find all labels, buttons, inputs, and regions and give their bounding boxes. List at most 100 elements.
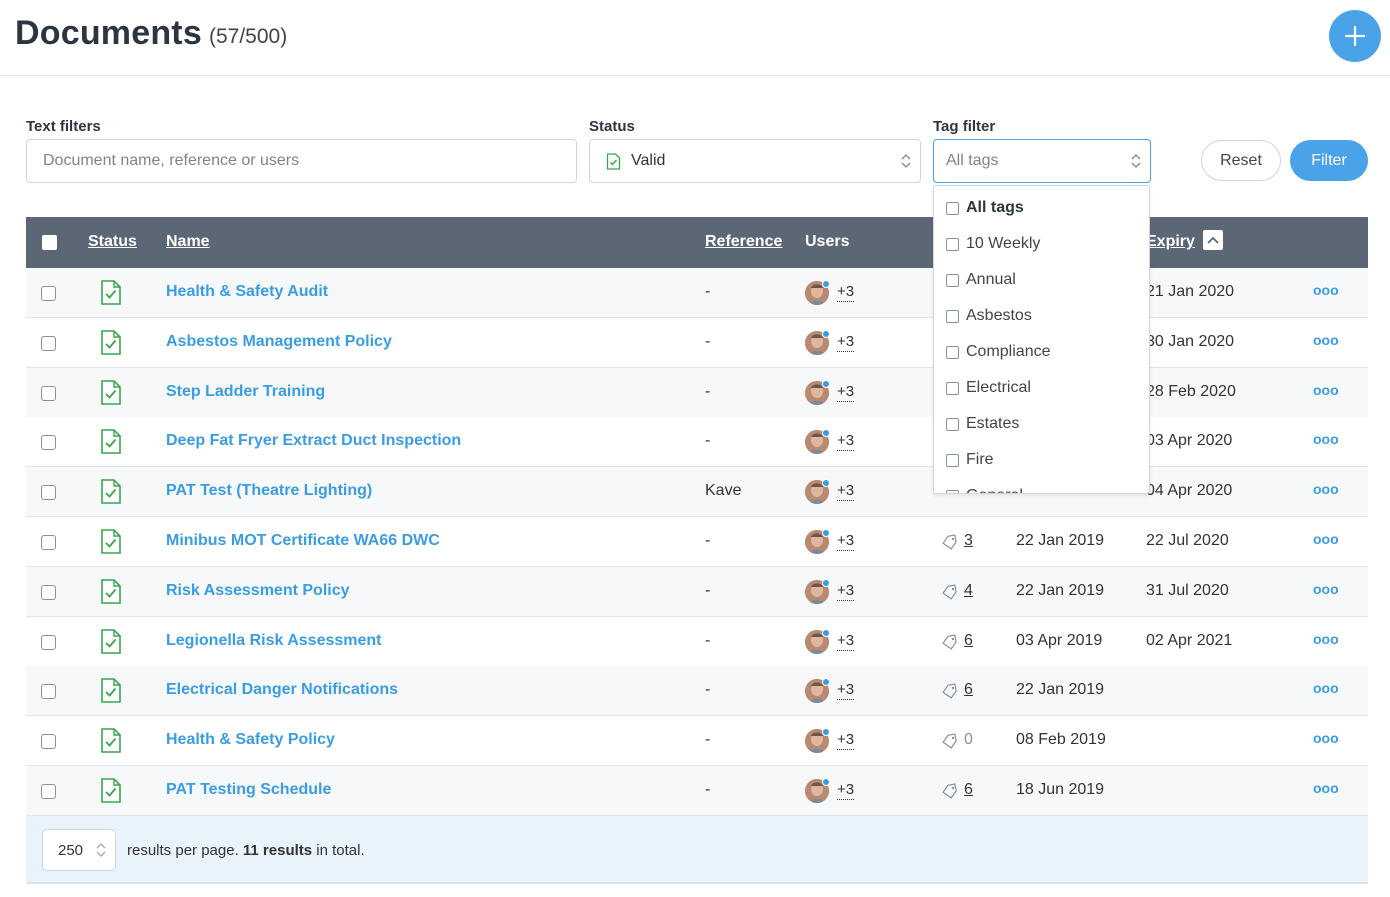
row-tag-count[interactable]: 6 (964, 632, 973, 650)
row-more-menu[interactable]: ooo (1313, 780, 1339, 796)
row-reference: - (705, 532, 711, 549)
tag-option[interactable]: All tags (946, 198, 1024, 218)
row-reference: - (705, 731, 711, 749)
document-name-link[interactable]: Minibus MOT Certificate WA66 DWC (166, 532, 440, 550)
column-status[interactable]: Status (88, 233, 137, 251)
row-more-menu[interactable]: ooo (1313, 581, 1339, 597)
row-checkbox[interactable] (41, 734, 56, 750)
document-name-link[interactable]: PAT Testing Schedule (166, 781, 331, 799)
document-name-link[interactable]: Health & Safety Audit (166, 283, 328, 301)
document-name-link[interactable]: Risk Assessment Policy (166, 582, 350, 600)
document-check-icon (100, 479, 122, 509)
row-more-menu[interactable]: ooo (1313, 332, 1339, 348)
select-all-checkbox[interactable] (42, 235, 57, 250)
row-checkbox[interactable] (41, 286, 56, 301)
row-users-count[interactable]: +3 (837, 283, 855, 302)
row-more-menu[interactable]: ooo (1313, 631, 1339, 647)
table-row: PAT Testing Schedule - +3 6 18 Jun 2019 ooo (26, 766, 1368, 816)
tag-option-label: Estates (966, 415, 1020, 432)
column-reference[interactable]: Reference (705, 233, 782, 251)
results-per-page-text: results per page. (127, 842, 243, 859)
row-checkbox[interactable] (41, 684, 56, 700)
tag-option-checkbox[interactable] (946, 237, 959, 251)
row-users-count[interactable]: +3 (837, 383, 855, 402)
reset-button[interactable]: Reset (1201, 140, 1281, 181)
tag-option-checkbox[interactable] (946, 417, 959, 431)
tag-filter-select[interactable]: All tags (933, 139, 1151, 183)
avatar-status-dot (822, 778, 830, 786)
row-users-count[interactable]: +3 (837, 731, 855, 751)
sort-ascending-icon[interactable] (1203, 230, 1223, 250)
row-upload-date: 18 Jun 2019 (1016, 781, 1105, 798)
tag-option-checkbox[interactable] (946, 453, 959, 467)
row-checkbox[interactable] (41, 435, 56, 451)
document-name-link[interactable]: Health & Safety Policy (166, 731, 335, 749)
document-name-link[interactable]: Deep Fat Fryer Extract Duct Inspection (166, 432, 461, 450)
row-tag-count[interactable]: 3 (964, 532, 973, 550)
row-users-count[interactable]: +3 (837, 532, 855, 551)
row-reference: - (705, 781, 711, 798)
tag-option[interactable]: Annual (946, 270, 1016, 290)
document-name-link[interactable]: PAT Test (Theatre Lighting) (166, 482, 372, 500)
row-upload-date: 22 Jan 2019 (1016, 581, 1105, 599)
row-more-menu[interactable]: ooo (1313, 431, 1339, 447)
row-more-menu[interactable]: ooo (1313, 282, 1339, 298)
row-checkbox[interactable] (41, 385, 56, 401)
row-reference: - (705, 283, 711, 300)
row-more-menu[interactable]: ooo (1313, 382, 1339, 398)
document-name-link[interactable]: Electrical Danger Notifications (166, 681, 398, 699)
row-checkbox[interactable] (41, 784, 56, 799)
row-checkbox[interactable] (41, 584, 56, 600)
tag-option-checkbox[interactable] (946, 489, 959, 493)
per-page-select[interactable]: 250 (42, 829, 116, 871)
row-checkbox[interactable] (41, 485, 56, 501)
table-row: Legionella Risk Assessment - +3 6 03 Apr 201… (26, 616, 1368, 667)
tag-option[interactable]: Compliance (946, 342, 1050, 362)
tag-option-label: General (966, 487, 1023, 493)
tag-option[interactable]: Estates (946, 414, 1019, 434)
tag-option[interactable]: Electrical (946, 378, 1031, 398)
row-users-count[interactable]: +3 (837, 582, 855, 601)
text-filter-input[interactable]: Document name, reference or users (26, 139, 577, 183)
tag-option[interactable]: Asbestos (946, 306, 1032, 326)
row-users-count[interactable]: +3 (837, 681, 855, 701)
text-filter-placeholder: Document name, reference or users (43, 152, 300, 169)
tag-option-label: Electrical (966, 379, 1031, 396)
document-name-link[interactable]: Step Ladder Training (166, 383, 325, 401)
row-checkbox[interactable] (41, 335, 56, 351)
add-document-button[interactable] (1329, 10, 1381, 62)
tag-option-checkbox[interactable] (946, 273, 959, 287)
column-expiry[interactable]: Expiry (1146, 233, 1195, 251)
document-name-link[interactable]: Legionella Risk Assessment (166, 632, 382, 650)
results-summary: results per page. 11 results in total. (127, 842, 365, 859)
tag-option[interactable]: General (946, 486, 1023, 493)
row-users-count[interactable]: +3 (837, 632, 855, 651)
row-users-count[interactable]: +3 (837, 482, 855, 502)
tag-option-checkbox[interactable] (946, 309, 959, 323)
document-name-link[interactable]: Asbestos Management Policy (166, 333, 392, 351)
row-checkbox[interactable] (41, 535, 56, 550)
tag-option-checkbox[interactable] (946, 201, 959, 215)
row-reference: - (705, 332, 711, 350)
filter-button[interactable]: Filter (1290, 140, 1368, 181)
row-more-menu[interactable]: ooo (1313, 481, 1339, 497)
tag-option[interactable]: Fire (946, 450, 994, 470)
row-tag-count[interactable]: 6 (964, 681, 973, 699)
status-select[interactable]: Valid (589, 139, 921, 183)
row-users-count[interactable]: +3 (837, 432, 855, 452)
column-users: Users (805, 233, 850, 250)
row-tag-count[interactable]: 4 (964, 582, 973, 600)
tag-option[interactable]: 10 Weekly (946, 234, 1040, 254)
column-name[interactable]: Name (166, 233, 210, 251)
tag-option-checkbox[interactable] (946, 345, 959, 359)
tag-option-checkbox[interactable] (946, 381, 959, 395)
row-more-menu[interactable]: ooo (1313, 680, 1339, 696)
row-users-count[interactable]: +3 (837, 781, 855, 800)
avatar-status-dot (822, 429, 830, 438)
row-more-menu[interactable]: ooo (1313, 531, 1339, 547)
row-checkbox[interactable] (41, 634, 56, 650)
row-tag-count[interactable]: 6 (964, 781, 973, 799)
row-more-menu[interactable]: ooo (1313, 730, 1339, 746)
row-expiry-date: 21 Jan 2020 (1146, 283, 1235, 300)
row-users-count[interactable]: +3 (837, 333, 855, 352)
